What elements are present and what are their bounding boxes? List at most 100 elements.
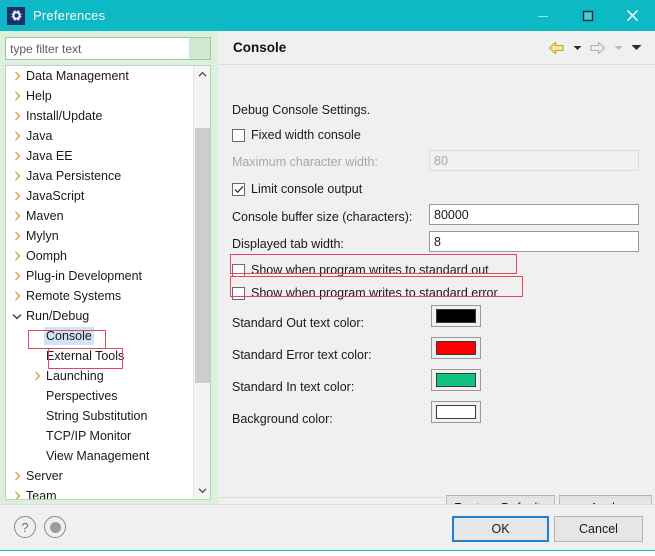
settings-panel: Console Debug Console Settings. Fixed wi… — [218, 31, 655, 520]
forward-arrow-icon[interactable] — [586, 35, 609, 61]
sidebar-item-label: Console — [44, 327, 94, 345]
label-displayed-tab-width: Displayed tab width: — [232, 237, 344, 251]
checkbox-label: Limit console output — [251, 182, 363, 196]
chevron-right-icon[interactable] — [10, 206, 24, 226]
panel-menu-chevron-down-icon[interactable] — [627, 35, 645, 61]
sidebar-item-tcp-ip-monitor[interactable]: TCP/IP Monitor — [6, 426, 194, 446]
title-bar: Preferences — [0, 0, 655, 31]
sidebar-item-java-ee[interactable]: Java EE — [6, 146, 194, 166]
sidebar-item-string-substitution[interactable]: String Substitution — [6, 406, 194, 426]
checkbox-box[interactable] — [232, 128, 245, 142]
search-input[interactable] — [5, 37, 211, 60]
page-title: Console — [233, 40, 287, 55]
label-console-buffer-size: Console buffer size (characters): — [232, 210, 412, 224]
standard-error-color-swatch[interactable] — [431, 337, 481, 359]
scroll-down-arrow-icon[interactable] — [194, 482, 210, 499]
minimize-button[interactable] — [520, 0, 565, 31]
chevron-right-icon[interactable] — [10, 166, 24, 186]
sidebar-item-label: Run/Debug — [26, 309, 90, 323]
checkbox-box[interactable] — [232, 182, 245, 196]
chevron-right-icon[interactable] — [10, 266, 24, 286]
console-buffer-size-input[interactable] — [429, 204, 639, 225]
swatch-color — [436, 341, 476, 355]
filter-field-wrapper — [5, 37, 211, 60]
back-arrow-icon[interactable] — [545, 35, 568, 61]
standard-out-color-swatch[interactable] — [431, 305, 481, 327]
sidebar-item-external-tools[interactable]: External Tools — [6, 346, 194, 366]
sidebar-item-launching[interactable]: Launching — [6, 366, 194, 386]
chevron-right-icon[interactable] — [10, 126, 24, 146]
question-mark-icon[interactable]: ? — [14, 516, 36, 538]
displayed-tab-width-input[interactable] — [429, 231, 639, 252]
background-color-swatch[interactable] — [431, 401, 481, 423]
sidebar-item-label: Remote Systems — [26, 289, 122, 303]
checkbox-box[interactable] — [232, 263, 245, 277]
chevron-right-icon[interactable] — [10, 286, 24, 306]
sidebar-item-javascript[interactable]: JavaScript — [6, 186, 194, 206]
sidebar-item-console[interactable]: Console — [6, 326, 194, 346]
sidebar-item-label: TCP/IP Monitor — [46, 429, 132, 443]
chevron-right-icon[interactable] — [10, 466, 24, 486]
sidebar-item-label: Maven — [26, 209, 64, 223]
sidebar-item-java-persistence[interactable]: Java Persistence — [6, 166, 194, 186]
sidebar-item-java[interactable]: Java — [6, 126, 194, 146]
sidebar-item-label: Oomph — [26, 249, 67, 263]
sidebar-item-plug-in-development[interactable]: Plug-in Development — [6, 266, 194, 286]
cancel-button[interactable]: Cancel — [554, 516, 643, 542]
progress-indicator-icon[interactable] — [44, 516, 66, 538]
maximize-button[interactable] — [565, 0, 610, 31]
forward-menu-chevron-down-icon[interactable] — [609, 35, 627, 61]
sidebar-item-oomph[interactable]: Oomph — [6, 246, 194, 266]
panel-body: Debug Console Settings. Fixed width cons… — [218, 65, 655, 520]
label-maximum-character-width: Maximum character width: — [232, 155, 378, 169]
chevron-right-icon[interactable] — [10, 226, 24, 246]
sidebar-item-run-debug[interactable]: Run/Debug — [6, 306, 194, 326]
sidebar: Data Management Help Install/Update Java Jav… — [0, 31, 218, 504]
close-button[interactable] — [610, 0, 655, 31]
checkbox-fixed-width-console[interactable]: Fixed width console — [232, 128, 361, 142]
sidebar-item-mylyn[interactable]: Mylyn — [6, 226, 194, 246]
chevron-right-icon[interactable] — [10, 246, 24, 266]
chevron-right-icon[interactable] — [10, 146, 24, 166]
field-label: Console buffer size (characters): — [232, 210, 413, 224]
chevron-right-icon[interactable] — [10, 66, 24, 86]
sidebar-item-view-management[interactable]: View Management — [6, 446, 194, 466]
sidebar-item-help[interactable]: Help — [6, 86, 194, 106]
sidebar-item-data-management[interactable]: Data Management — [6, 66, 194, 86]
checkbox-box[interactable] — [232, 286, 245, 300]
sidebar-item-perspectives[interactable]: Perspectives — [6, 386, 194, 406]
sidebar-item-label: Plug-in Development — [26, 269, 143, 283]
scrollbar-thumb[interactable] — [195, 128, 210, 383]
chevron-right-icon[interactable] — [10, 486, 24, 499]
chevron-right-icon[interactable] — [10, 186, 24, 206]
description-text: Debug Console Settings. — [232, 103, 371, 117]
sidebar-item-label: String Substitution — [46, 409, 148, 423]
ok-button[interactable]: OK — [452, 516, 549, 542]
sidebar-item-team[interactable]: Team — [6, 486, 194, 499]
chevron-right-icon[interactable] — [30, 366, 44, 386]
sidebar-item-label: Team — [26, 489, 57, 499]
checkbox-limit-console-output[interactable]: Limit console output — [232, 182, 362, 196]
chevron-right-icon[interactable] — [10, 106, 24, 126]
sidebar-item-remote-systems[interactable]: Remote Systems — [6, 286, 194, 306]
checkbox-show-standard-out[interactable]: Show when program writes to standard out — [232, 263, 489, 277]
back-menu-chevron-down-icon[interactable] — [568, 35, 586, 61]
swatch-color — [436, 405, 476, 419]
sidebar-item-maven[interactable]: Maven — [6, 206, 194, 226]
sidebar-item-server[interactable]: Server — [6, 466, 194, 486]
preferences-dialog: Preferences Data Management Help Install/U… — [0, 0, 655, 556]
chevron-down-icon[interactable] — [10, 306, 24, 326]
sidebar-item-label: Java — [26, 129, 53, 143]
sidebar-item-label: Launching — [46, 369, 104, 383]
field-label: Maximum character width: — [232, 155, 378, 169]
standard-in-color-swatch[interactable] — [431, 369, 481, 391]
scroll-up-arrow-icon[interactable] — [194, 66, 210, 83]
tree-scrollbar[interactable] — [193, 66, 210, 499]
chevron-right-icon[interactable] — [10, 86, 24, 106]
sidebar-item-install-update[interactable]: Install/Update — [6, 106, 194, 126]
checkbox-show-standard-error[interactable]: Show when program writes to standard err… — [232, 286, 498, 300]
